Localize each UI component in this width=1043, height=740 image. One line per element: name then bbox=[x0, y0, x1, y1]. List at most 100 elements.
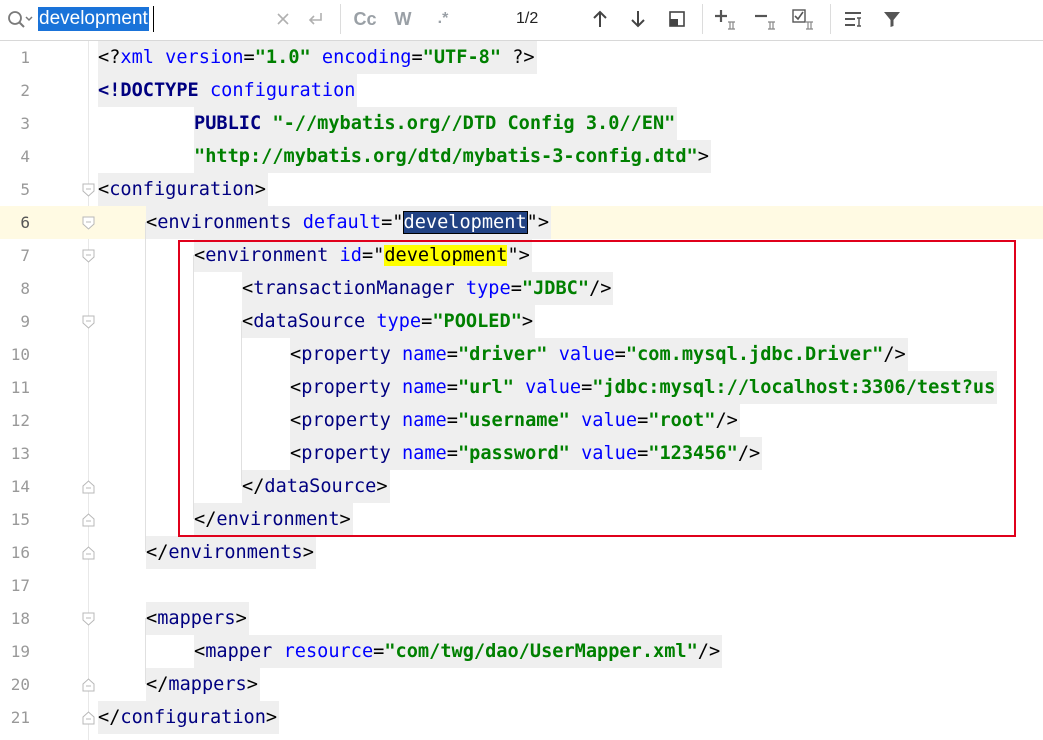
arrow-down-icon[interactable] bbox=[626, 6, 650, 32]
code-token: environments bbox=[168, 542, 303, 563]
text-caret bbox=[153, 6, 154, 32]
code-line[interactable]: 17 bbox=[0, 569, 1043, 602]
fold-collapse-icon[interactable] bbox=[82, 183, 95, 197]
toolbar-separator bbox=[340, 4, 341, 34]
indent-guide bbox=[145, 222, 146, 552]
fold-end-icon[interactable] bbox=[82, 480, 95, 494]
code-token: /> bbox=[697, 641, 721, 662]
line-number: 9 bbox=[20, 312, 30, 331]
match-case-button[interactable]: Cc bbox=[352, 6, 378, 32]
remove-occurrence-icon[interactable] bbox=[752, 6, 782, 32]
fold-end-icon[interactable] bbox=[82, 678, 95, 692]
fold-collapse-icon[interactable] bbox=[82, 612, 95, 626]
line-number: 7 bbox=[20, 246, 30, 265]
code-token: < bbox=[146, 608, 158, 629]
filter-lines-icon[interactable] bbox=[842, 6, 870, 32]
line-number: 16 bbox=[10, 543, 30, 562]
line-number: 10 bbox=[10, 345, 30, 364]
code-token: "com/twg/dao/UserMapper.xml" bbox=[384, 641, 698, 662]
code-token: "-//mybatis.org//DTD Config 3.0//EN" bbox=[272, 113, 676, 134]
code-token: "1.0" bbox=[254, 47, 311, 68]
code-line[interactable]: 1 <?xml version="1.0" encoding="UTF-8" ?> bbox=[0, 41, 1043, 74]
code-text: <!DOCTYPE configuration bbox=[98, 74, 358, 107]
code-token: > bbox=[265, 707, 278, 728]
code-token: = bbox=[373, 641, 385, 662]
code-token: =" bbox=[381, 212, 404, 233]
search-input[interactable]: development bbox=[38, 7, 149, 31]
code-text: <configuration> bbox=[98, 173, 268, 206]
selected-search-match: development bbox=[402, 211, 528, 234]
code-token: environments bbox=[157, 212, 303, 233]
code-token: > bbox=[254, 179, 266, 200]
line-number: 5 bbox=[20, 180, 30, 199]
code-text: <?xml version="1.0" encoding="UTF-8" ?> bbox=[98, 41, 537, 74]
code-text: </mappers> bbox=[146, 668, 260, 701]
code-token: < bbox=[194, 641, 206, 662]
code-text: </configuration> bbox=[98, 701, 280, 734]
code-token: configuration bbox=[209, 80, 356, 101]
fold-collapse-icon[interactable] bbox=[82, 249, 95, 263]
code-token: > bbox=[697, 146, 709, 167]
code-token: </ bbox=[98, 707, 121, 728]
code-token: configuration bbox=[120, 707, 266, 728]
line-number: 2 bbox=[20, 81, 30, 100]
code-line[interactable]: 16 </environments> bbox=[0, 536, 1043, 569]
select-all-checked-icon[interactable] bbox=[790, 6, 820, 32]
code-token: </ bbox=[146, 674, 169, 695]
code-line[interactable]: 6 <environments default="development"> bbox=[0, 206, 1043, 239]
line-number: 20 bbox=[10, 675, 30, 694]
line-number: 3 bbox=[20, 114, 30, 133]
toolbar-separator bbox=[702, 4, 703, 34]
find-toolbar: development Cc W .* 1/2 bbox=[0, 0, 1043, 41]
arrow-up-icon[interactable] bbox=[588, 6, 612, 32]
line-number: 21 bbox=[10, 708, 30, 727]
code-token: configuration bbox=[109, 179, 255, 200]
whole-word-button[interactable]: W bbox=[392, 6, 414, 32]
code-token: "http://mybatis.org/dtd/mybatis-3-config… bbox=[194, 146, 698, 167]
code-line[interactable]: 4 "http://mybatis.org/dtd/mybatis-3-confi… bbox=[0, 140, 1043, 173]
line-number: 19 bbox=[10, 642, 30, 661]
code-token: < bbox=[98, 179, 110, 200]
line-number: 14 bbox=[10, 477, 30, 496]
new-line-icon[interactable] bbox=[302, 6, 328, 32]
code-token: encoding bbox=[310, 47, 412, 68]
add-occurrence-icon[interactable] bbox=[712, 6, 742, 32]
code-line[interactable]: 20 </mappers> bbox=[0, 668, 1043, 701]
code-token: mapper bbox=[205, 641, 284, 662]
fold-collapse-icon[interactable] bbox=[82, 315, 95, 329]
line-number: 18 bbox=[10, 609, 30, 628]
code-text: </environments> bbox=[146, 536, 316, 569]
code-token: mappers bbox=[168, 674, 247, 695]
line-number: 4 bbox=[20, 147, 30, 166]
code-line[interactable]: 5 <configuration> bbox=[0, 173, 1043, 206]
code-token: > bbox=[235, 608, 247, 629]
code-text: <mapper resource="com/twg/dao/UserMapper… bbox=[194, 635, 723, 668]
code-token: = bbox=[243, 47, 255, 68]
regex-button[interactable]: .* bbox=[430, 6, 456, 32]
line-number: 12 bbox=[10, 411, 30, 430]
fold-end-icon[interactable] bbox=[82, 546, 95, 560]
code-token: "UTF-8" bbox=[422, 47, 502, 68]
code-line[interactable]: 21 </configuration> bbox=[0, 701, 1043, 734]
filter-icon[interactable] bbox=[880, 6, 904, 32]
code-line[interactable]: 2 <!DOCTYPE configuration bbox=[0, 74, 1043, 107]
line-number: 17 bbox=[10, 576, 30, 595]
fold-end-icon[interactable] bbox=[82, 513, 95, 527]
code-token: ?> bbox=[501, 47, 535, 68]
code-token: > bbox=[302, 542, 314, 563]
code-line[interactable]: 3 PUBLIC "-//mybatis.org//DTD Config 3.0/… bbox=[0, 107, 1043, 140]
select-all-occurrences-icon[interactable] bbox=[664, 6, 690, 32]
code-token: default bbox=[302, 212, 382, 233]
search-icon[interactable] bbox=[6, 9, 34, 31]
code-token: = bbox=[411, 47, 423, 68]
fold-collapse-icon[interactable] bbox=[82, 216, 95, 230]
code-token: </ bbox=[146, 542, 169, 563]
line-number: 15 bbox=[10, 510, 30, 529]
code-token: <!DOCTYPE bbox=[98, 80, 210, 101]
code-text: <mappers> bbox=[146, 602, 249, 635]
code-line[interactable]: 19 <mapper resource="com/twg/dao/UserMapp… bbox=[0, 635, 1043, 668]
fold-end-icon[interactable] bbox=[82, 711, 95, 725]
line-number: 1 bbox=[20, 48, 30, 67]
clear-search-icon[interactable] bbox=[272, 6, 294, 32]
code-line[interactable]: 18 <mappers> bbox=[0, 602, 1043, 635]
